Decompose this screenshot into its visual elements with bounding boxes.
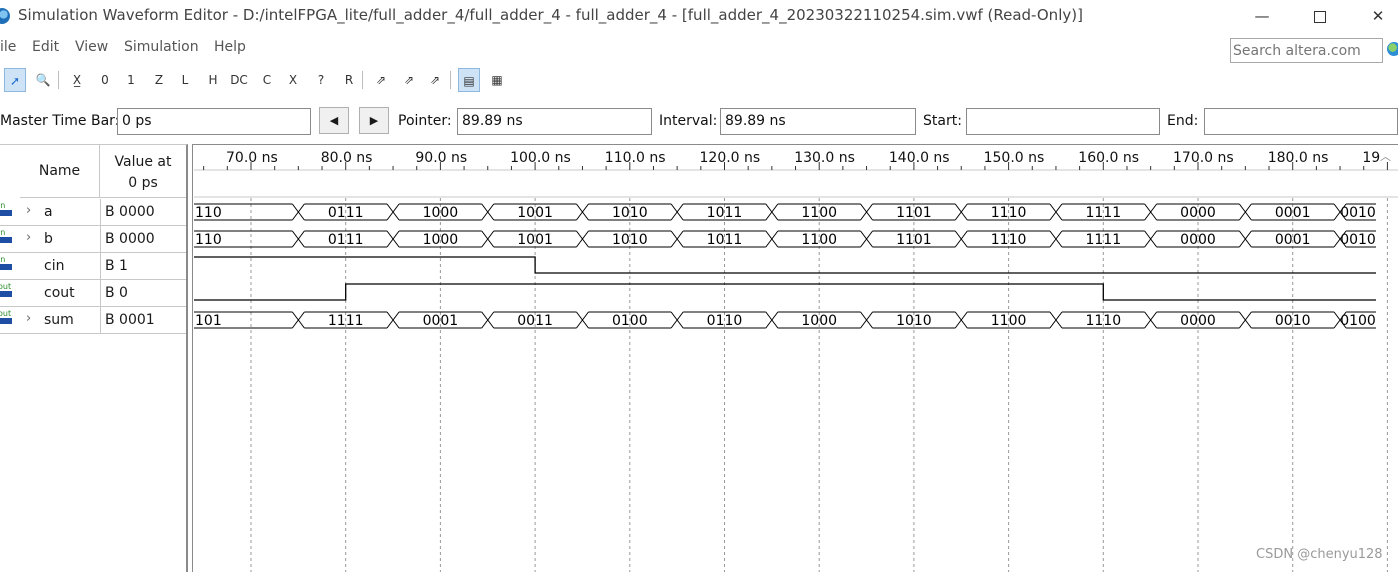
bus-value-label: 0000 <box>1180 313 1216 329</box>
bus-transition <box>860 311 873 329</box>
bus-transition <box>860 203 873 221</box>
bus-transition <box>481 203 495 221</box>
bus-transition <box>576 203 589 221</box>
bus-transition <box>765 203 779 221</box>
bus-transition <box>1049 230 1063 248</box>
bus-value-label: 1110 <box>991 205 1027 221</box>
bus-value-label: 1111 <box>1085 232 1121 248</box>
bus-transition <box>481 311 495 329</box>
watermark: CSDN @chenyu128 <box>1256 547 1383 562</box>
bus-value-label: 0000 <box>1180 232 1216 248</box>
bus-transition <box>860 230 873 248</box>
bus-transition <box>954 311 968 329</box>
bus-value-label: 1111 <box>328 313 364 329</box>
bus-value-label: 0010 <box>1340 205 1376 221</box>
bus-value-label: 110 <box>195 232 222 248</box>
bus-value-label: 0001 <box>423 313 459 329</box>
cout-waveform <box>194 283 1376 301</box>
bus-value-label: 1010 <box>896 313 932 329</box>
bus-value-label: 1110 <box>1085 313 1121 329</box>
bus-value-label: 0010 <box>1340 232 1376 248</box>
bus-value-label: 1000 <box>423 232 459 248</box>
bus-value-label: 1010 <box>612 232 648 248</box>
bus-value-label: 1101 <box>896 232 932 248</box>
scroll-up-icon[interactable]: ︿ <box>1380 148 1391 164</box>
bus-transition <box>1144 203 1158 221</box>
bus-transition <box>765 230 779 248</box>
bus-transition <box>954 203 968 221</box>
cin-waveform <box>194 256 1376 274</box>
bus-transition <box>1049 203 1063 221</box>
bus-transition <box>386 203 400 221</box>
bus-value-label: 0001 <box>1275 205 1311 221</box>
bus-value-label: 0000 <box>1180 205 1216 221</box>
bus-transition <box>576 311 589 329</box>
bus-transition <box>670 203 684 221</box>
bus-value-label: 1010 <box>612 205 648 221</box>
bus-value-label: 101 <box>195 313 222 329</box>
bus-transition <box>1238 311 1252 329</box>
bus-value-label: 0100 <box>1340 313 1376 329</box>
bus-value-label: 0010 <box>1275 313 1311 329</box>
bus-value-label: 1011 <box>707 232 743 248</box>
bus-value-label: 0111 <box>328 232 364 248</box>
bus-value-label: 1001 <box>517 232 553 248</box>
bus-value-label: 1000 <box>801 313 837 329</box>
bus-value-label: 1101 <box>896 205 932 221</box>
bus-value-label: 0100 <box>612 313 648 329</box>
bus-transition <box>670 311 684 329</box>
bus-transition <box>481 230 495 248</box>
bus-transition <box>1049 311 1063 329</box>
bus-transition <box>765 311 779 329</box>
bus-value-label: 0110 <box>707 313 743 329</box>
bus-value-label: 1100 <box>991 313 1027 329</box>
bus-transition <box>576 230 589 248</box>
bus-value-label: 0011 <box>517 313 553 329</box>
bus-value-label: 1100 <box>801 205 837 221</box>
bus-value-label: 1100 <box>801 232 837 248</box>
bus-transition <box>291 311 305 329</box>
bus-transition <box>1144 230 1158 248</box>
bus-transition <box>1144 311 1158 329</box>
bus-value-label: 1011 <box>707 205 743 221</box>
bus-value-label: 0111 <box>328 205 364 221</box>
bus-value-label: 1111 <box>1085 205 1121 221</box>
bus-value-label: 1000 <box>423 205 459 221</box>
bus-transition <box>1238 230 1252 248</box>
bus-value-label: 110 <box>195 205 222 221</box>
bus-transition <box>670 230 684 248</box>
bus-transition <box>386 311 400 329</box>
bus-value-label: 1110 <box>991 232 1027 248</box>
bus-transition <box>1238 203 1252 221</box>
waveform-canvas: 110 0111 1000 1001 1010 1011 1100 1101 1110 1111 0… <box>194 162 1398 572</box>
bus-transition <box>386 230 400 248</box>
bus-transition <box>291 230 305 248</box>
bus-value-label: 0001 <box>1275 232 1311 248</box>
bus-transition <box>291 203 305 221</box>
bus-transition <box>954 230 968 248</box>
bus-value-label: 1001 <box>517 205 553 221</box>
